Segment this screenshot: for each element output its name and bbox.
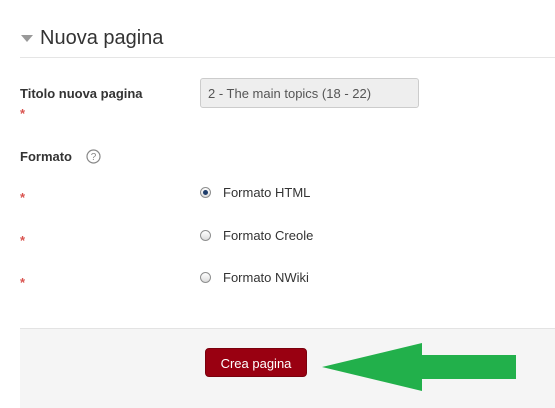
required-marker: * <box>20 190 26 205</box>
create-page-button[interactable]: Crea pagina <box>205 348 307 377</box>
required-marker: * <box>20 233 26 248</box>
collapse-triangle-icon[interactable] <box>20 32 34 46</box>
required-marker: * <box>20 275 26 290</box>
radio-label[interactable]: Formato NWiki <box>223 270 309 285</box>
radio-button[interactable] <box>200 187 211 198</box>
section-title: Nuova pagina <box>40 26 164 49</box>
title-field-label: Titolo nuova pagina <box>20 86 143 101</box>
radio-button[interactable] <box>200 272 211 283</box>
format-label: Formato <box>20 149 72 164</box>
section-divider <box>20 57 555 58</box>
radio-button[interactable] <box>200 230 211 241</box>
radio-label[interactable]: Formato Creole <box>223 228 313 243</box>
page: Nuova pagina Titolo nuova pagina * Forma… <box>0 0 555 408</box>
section-header[interactable]: Nuova pagina <box>20 22 163 54</box>
radio-option-html[interactable]: Formato HTML <box>200 185 310 200</box>
required-marker: * <box>20 106 26 121</box>
arrow-left-icon <box>322 343 516 391</box>
title-input[interactable] <box>200 78 419 108</box>
help-icon[interactable]: ? <box>86 149 101 164</box>
radio-option-creole[interactable]: Formato Creole <box>200 228 313 243</box>
radio-label[interactable]: Formato HTML <box>223 185 310 200</box>
svg-text:?: ? <box>91 152 97 163</box>
radio-option-nwiki[interactable]: Formato NWiki <box>200 270 309 285</box>
